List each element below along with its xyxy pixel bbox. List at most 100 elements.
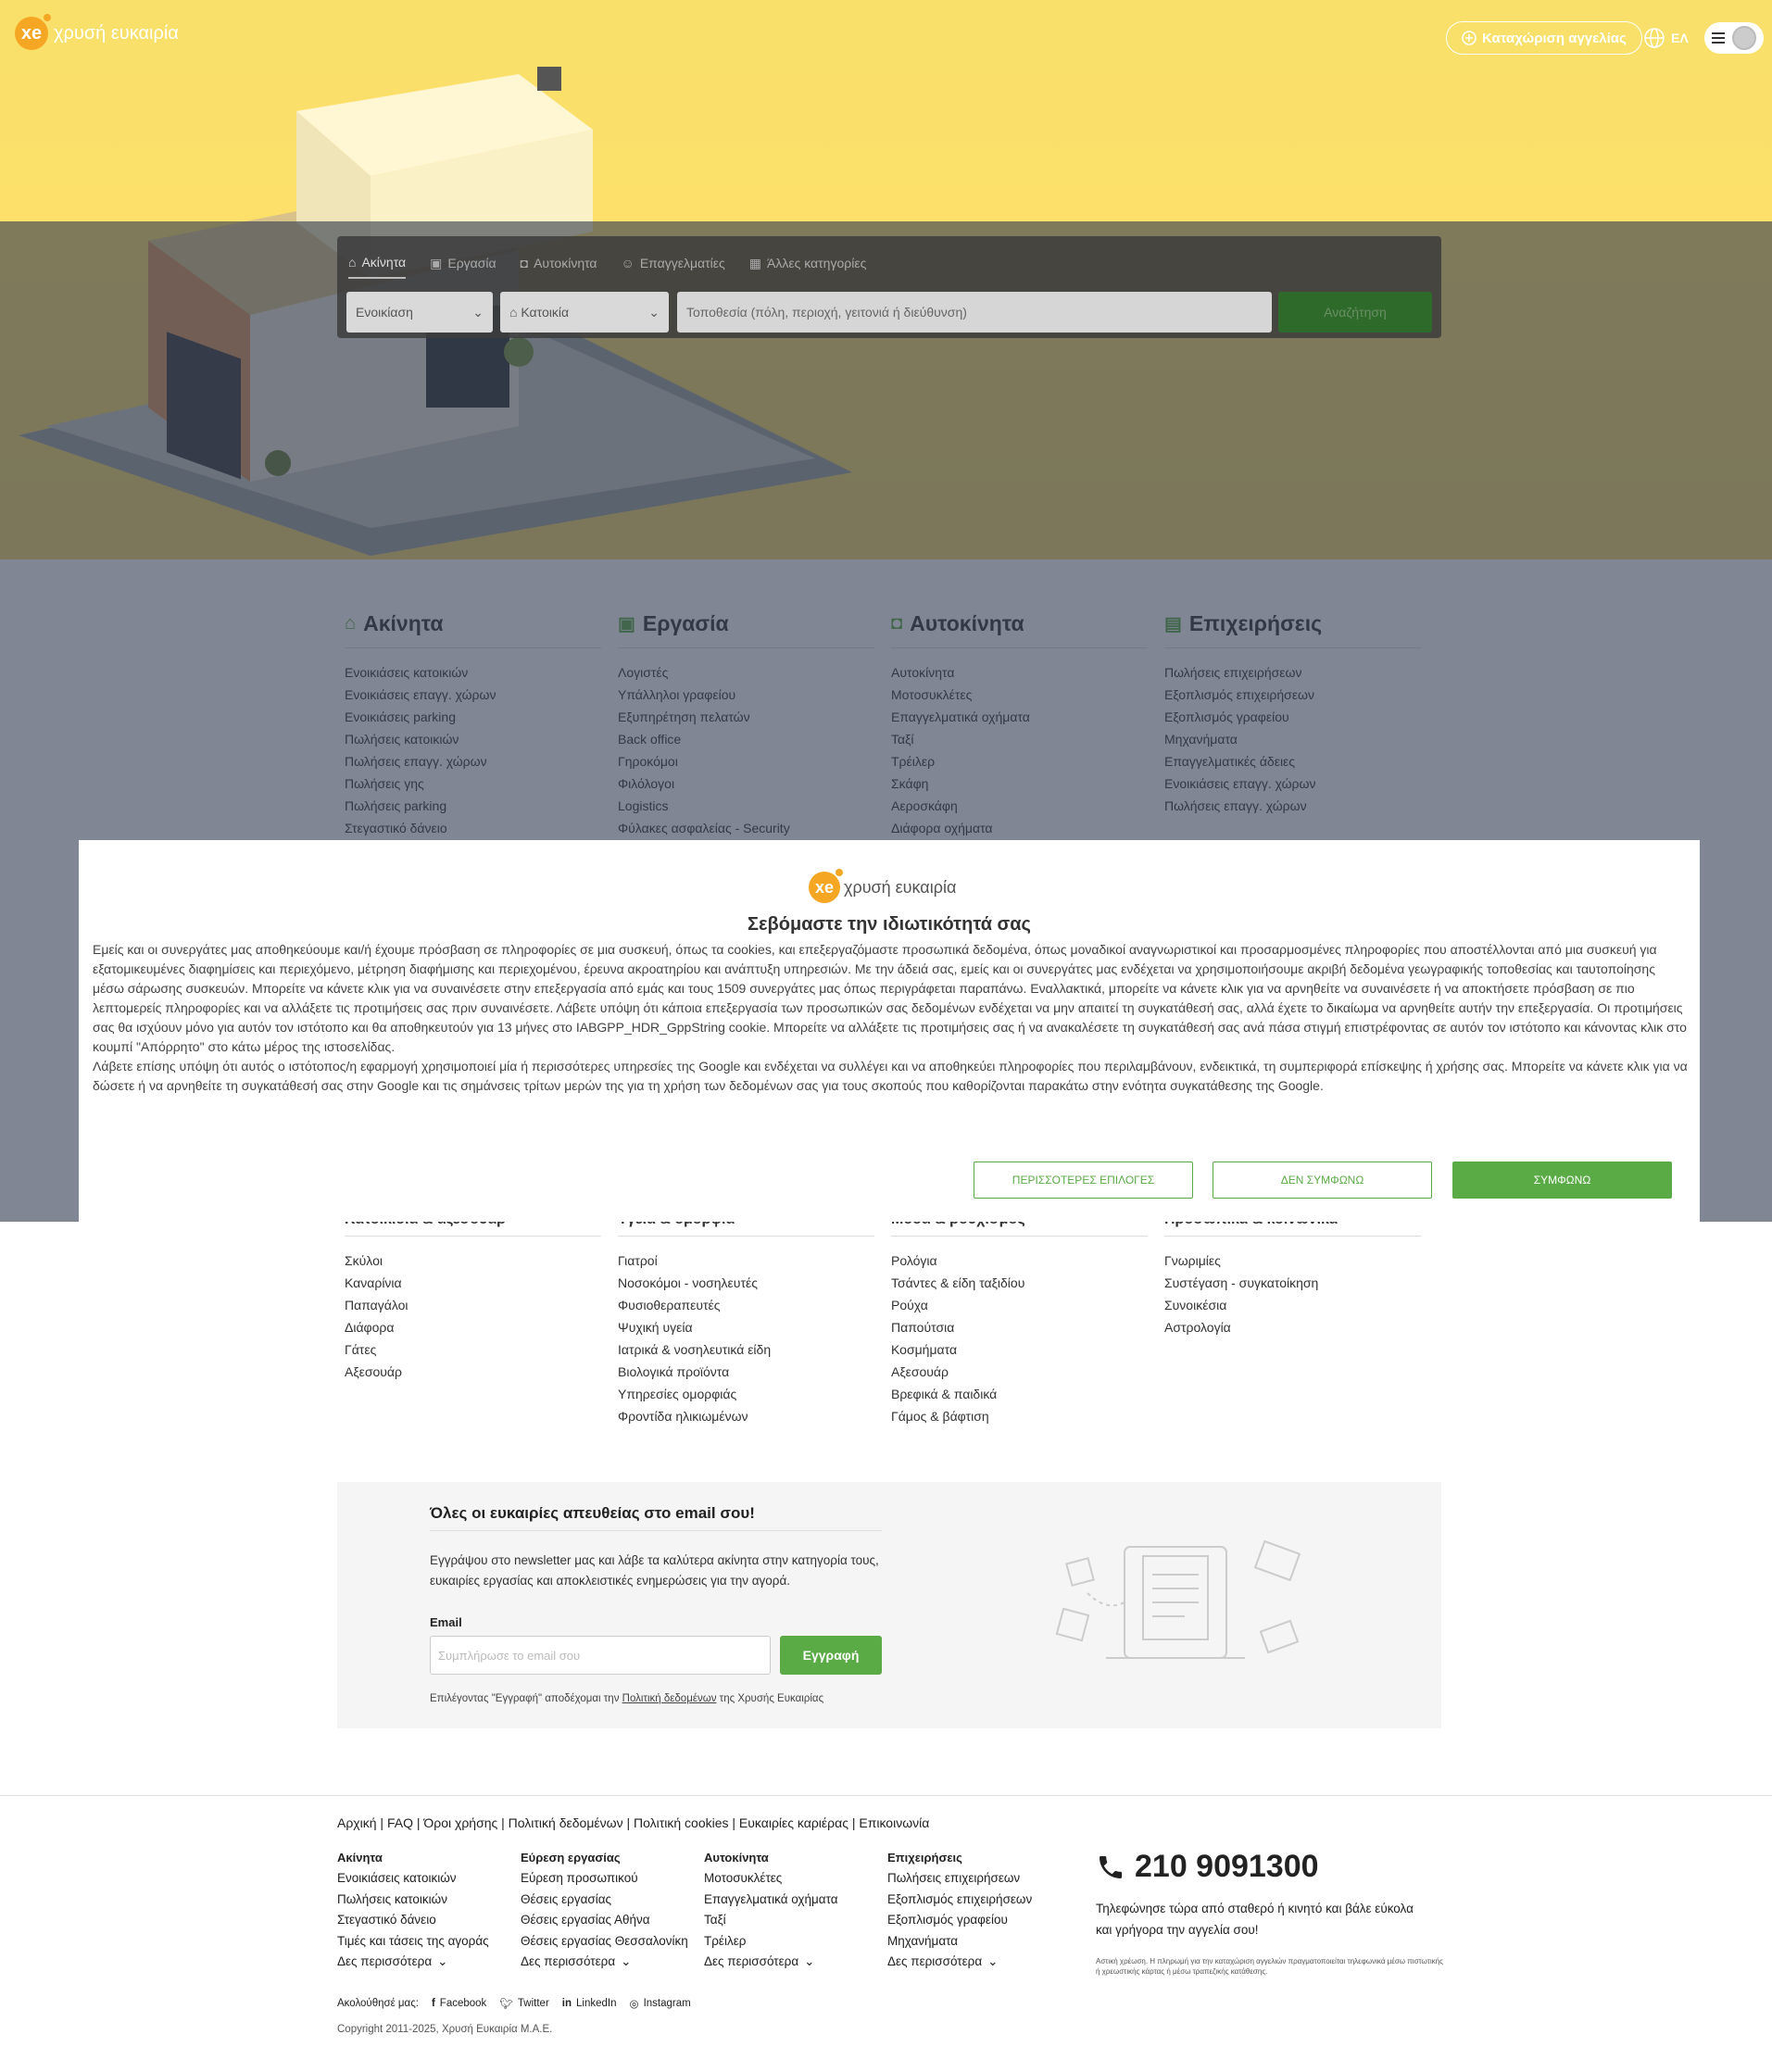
footer-link[interactable]: Ενοικιάσεις κατοικιών — [337, 1868, 521, 1890]
category-link[interactable]: Τσάντες & είδη ταξιδίου — [891, 1272, 1148, 1294]
footer-link[interactable]: Τιμές και τάσεις της αγοράς — [337, 1931, 521, 1953]
newsletter-title: Όλες οι ευκαιρίες απευθείας στο email σο… — [430, 1504, 755, 1522]
category-link[interactable]: Βιολογικά προϊόντα — [618, 1361, 874, 1383]
linkedin-link[interactable]: in LinkedIn — [562, 1998, 617, 2009]
category-list: Γιατροί Νοσοκόμοι - νοσηλευτές Φυσιοθεραπε… — [618, 1249, 874, 1427]
category-link[interactable]: Παπούτσια — [891, 1316, 1148, 1338]
newsletter-desc: Εγγράψου στο newsletter μας και λάβε τα … — [430, 1553, 879, 1588]
footer-column-title: Εύρεση εργασίας — [521, 1851, 621, 1865]
footer-link[interactable]: Πωλήσεις κατοικιών — [337, 1890, 521, 1911]
plus-circle-icon — [1462, 31, 1477, 45]
footer-link[interactable]: Θέσεις εργασίας Αθήνα — [521, 1910, 704, 1931]
category-link[interactable]: Ρούχα — [891, 1294, 1148, 1316]
category-link[interactable]: Παπαγάλοι — [345, 1294, 601, 1316]
see-more-link[interactable]: Δες περισσότερα ⌄ — [704, 1952, 887, 1973]
property-type-select[interactable]: ⌂ Κατοικία ⌄ — [500, 292, 669, 333]
home-icon: ⌂ — [348, 255, 357, 270]
logo-badge: xe — [809, 869, 843, 903]
terms-text: Επιλέγοντας "Εγγραφή" αποδέχομαι την — [430, 1693, 622, 1704]
email-field[interactable]: Συμπλήρωσε το email σου — [430, 1636, 771, 1675]
facebook-link[interactable]: f Facebook — [432, 1998, 486, 2009]
footer-link[interactable]: Εξοπλισμός επιχειρήσεων — [887, 1890, 1071, 1911]
category-link[interactable]: Ψυχική υγεία — [618, 1316, 874, 1338]
footer-link[interactable]: Τρέιλερ — [704, 1931, 887, 1953]
category-link[interactable]: Γιατροί — [618, 1249, 874, 1272]
category-link[interactable]: Φυσιοθεραπευτές — [618, 1294, 874, 1316]
footer-link[interactable]: Μηχανήματα — [887, 1931, 1071, 1953]
category-link[interactable]: Γάτες — [345, 1338, 601, 1361]
footer-link[interactable]: Στεγαστικό δάνειο — [337, 1910, 521, 1931]
privacy-policy-link[interactable]: Πολιτική δεδομένων — [622, 1693, 717, 1704]
more-options-button[interactable]: ΠΕΡΙΣΣΟΤΕΡΕΣ ΕΠΙΛΟΓΕΣ — [974, 1162, 1193, 1199]
tab-label: Εργασία — [447, 256, 496, 270]
footer-link[interactable]: Πωλήσεις επιχειρήσεων — [887, 1868, 1071, 1890]
twitter-link[interactable]: 🐦︎ Twitter — [499, 1997, 548, 2010]
site-logo[interactable]: xe χρυσή ευκαιρία — [15, 14, 179, 50]
phone-number[interactable]: 210 9091300 — [1096, 1849, 1319, 1885]
user-menu-button[interactable] — [1704, 22, 1764, 54]
see-more-link[interactable]: Δες περισσότερα ⌄ — [887, 1952, 1071, 1973]
phone-desc: Τηλεφώνησε τώρα από σταθερό ή κινητό και… — [1096, 1902, 1414, 1937]
category-link[interactable]: Σκύλοι — [345, 1249, 601, 1272]
footer-link[interactable]: Επαγγελματικά οχήματα — [704, 1890, 887, 1911]
newsletter-box: Όλες οι ευκαιρίες απευθείας στο email σο… — [337, 1482, 1441, 1728]
category-link[interactable]: Νοσοκόμοι - νοσηλευτές — [618, 1272, 874, 1294]
see-more-link[interactable]: Δες περισσότερα ⌄ — [337, 1952, 521, 1973]
footer-link[interactable]: Ταξί — [704, 1910, 887, 1931]
category-link[interactable]: Φροντίδα ηλικιωμένων — [618, 1405, 874, 1427]
footer-link[interactable]: Εξοπλισμός γραφείου — [887, 1910, 1071, 1931]
transaction-value: Ενοικίαση — [356, 305, 413, 320]
category-link[interactable]: Βρεφικά & παιδικά — [891, 1383, 1148, 1405]
category-link[interactable]: Διάφορα — [345, 1316, 601, 1338]
tab-professionals[interactable]: ☺ Επαγγελματίες — [622, 255, 725, 279]
cookie-consent-dialog: xe χρυσή ευκαιρία Σεβόμαστε την ιδιωτικό… — [79, 840, 1700, 1222]
social-links: Ακολούθησέ μας: f Facebook 🐦︎ Twitter in Li… — [337, 1997, 691, 2010]
category-link[interactable]: Γάμος & βάφτιση — [891, 1405, 1148, 1427]
logo-text: χρυσή ευκαιρία — [844, 877, 957, 897]
avatar — [1732, 26, 1756, 50]
category-link[interactable]: Κοσμήματα — [891, 1338, 1148, 1361]
category-list: Ρολόγια Τσάντες & είδη ταξιδίου Ρούχα Παπού… — [891, 1249, 1148, 1427]
category-link[interactable]: Καναρίνια — [345, 1272, 601, 1294]
category-link[interactable]: Αξεσουάρ — [345, 1361, 601, 1383]
accept-button[interactable]: ΣΥΜΦΩΝΩ — [1452, 1162, 1672, 1199]
footer-link[interactable]: Εύρεση προσωπικού — [521, 1868, 704, 1890]
transaction-select[interactable]: Ενοικίαση ⌄ — [346, 292, 493, 333]
category-link[interactable]: Αστρολογία — [1164, 1316, 1421, 1338]
category-link[interactable]: Συστέγαση - συγκατοίκηση — [1164, 1272, 1421, 1294]
decline-button[interactable]: ΔΕΝ ΣΥΜΦΩΝΩ — [1213, 1162, 1432, 1199]
location-input[interactable]: Τοποθεσία (πόλη, περιοχή, γειτονιά ή διε… — [677, 292, 1272, 333]
linkedin-icon: in — [561, 1998, 572, 2009]
category-link[interactable]: Συνοικέσια — [1164, 1294, 1421, 1316]
footer-links[interactable]: Αρχική | FAQ | Όροι χρήσης | Πολιτική δε… — [337, 1815, 929, 1830]
footer-column: Ακίνητα Ενοικιάσεις κατοικιών Πωλήσεις κατ… — [337, 1851, 521, 1973]
tab-cars[interactable]: ◘ Αυτοκίνητα — [521, 255, 597, 279]
category-link[interactable]: Ρολόγια — [891, 1249, 1148, 1272]
tab-real-estate[interactable]: ⌂ Ακίνητα — [348, 255, 407, 279]
phone-text: 210 9091300 — [1135, 1849, 1319, 1884]
tab-label: Ακίνητα — [361, 255, 407, 270]
tab-other-categories[interactable]: ▦ Άλλες κατηγορίες — [749, 255, 867, 279]
logo-text: χρυσή ευκαιρία — [54, 22, 179, 44]
hamburger-icon — [1712, 32, 1725, 44]
footer-link[interactable]: Θέσεις εργασίας Θεσσαλονίκη — [521, 1931, 704, 1953]
post-ad-button[interactable]: Καταχώριση αγγελίας — [1446, 21, 1642, 55]
footer-link[interactable]: Μοτοσυκλέτες — [704, 1868, 887, 1890]
category-link[interactable]: Αξεσουάρ — [891, 1361, 1148, 1383]
tab-jobs[interactable]: ▣ Εργασία — [430, 255, 496, 279]
language-switcher[interactable]: ΕΛ — [1643, 27, 1689, 49]
category-list: Γνωριμίες Συστέγαση - συγκατοίκηση Συνοικέ… — [1164, 1249, 1421, 1338]
post-ad-label: Καταχώριση αγγελίας — [1482, 30, 1627, 46]
instagram-icon: ◎ — [629, 1999, 639, 2010]
see-more-link[interactable]: Δες περισσότερα ⌄ — [521, 1952, 704, 1973]
category-link[interactable]: Ιατρικά & νοσηλευτικά είδη — [618, 1338, 874, 1361]
instagram-link[interactable]: ◎ Instagram — [630, 1997, 691, 2010]
footer-link[interactable]: Θέσεις εργασίας — [521, 1890, 704, 1911]
subscribe-button[interactable]: Εγγραφή — [780, 1636, 882, 1675]
chevron-down-icon: ⌄ — [437, 1954, 448, 1968]
category-link[interactable]: Υπηρεσίες ομορφιάς — [618, 1383, 874, 1405]
search-button[interactable]: Αναζήτηση — [1278, 292, 1432, 333]
category-link[interactable]: Γνωριμίες — [1164, 1249, 1421, 1272]
follow-label: Ακολούθησέ μας: — [337, 1998, 419, 2009]
search-panel: ⌂ Ακίνητα ▣ Εργασία ◘ Αυτοκίνητα ☺ Επαγγελμα… — [337, 236, 1441, 338]
